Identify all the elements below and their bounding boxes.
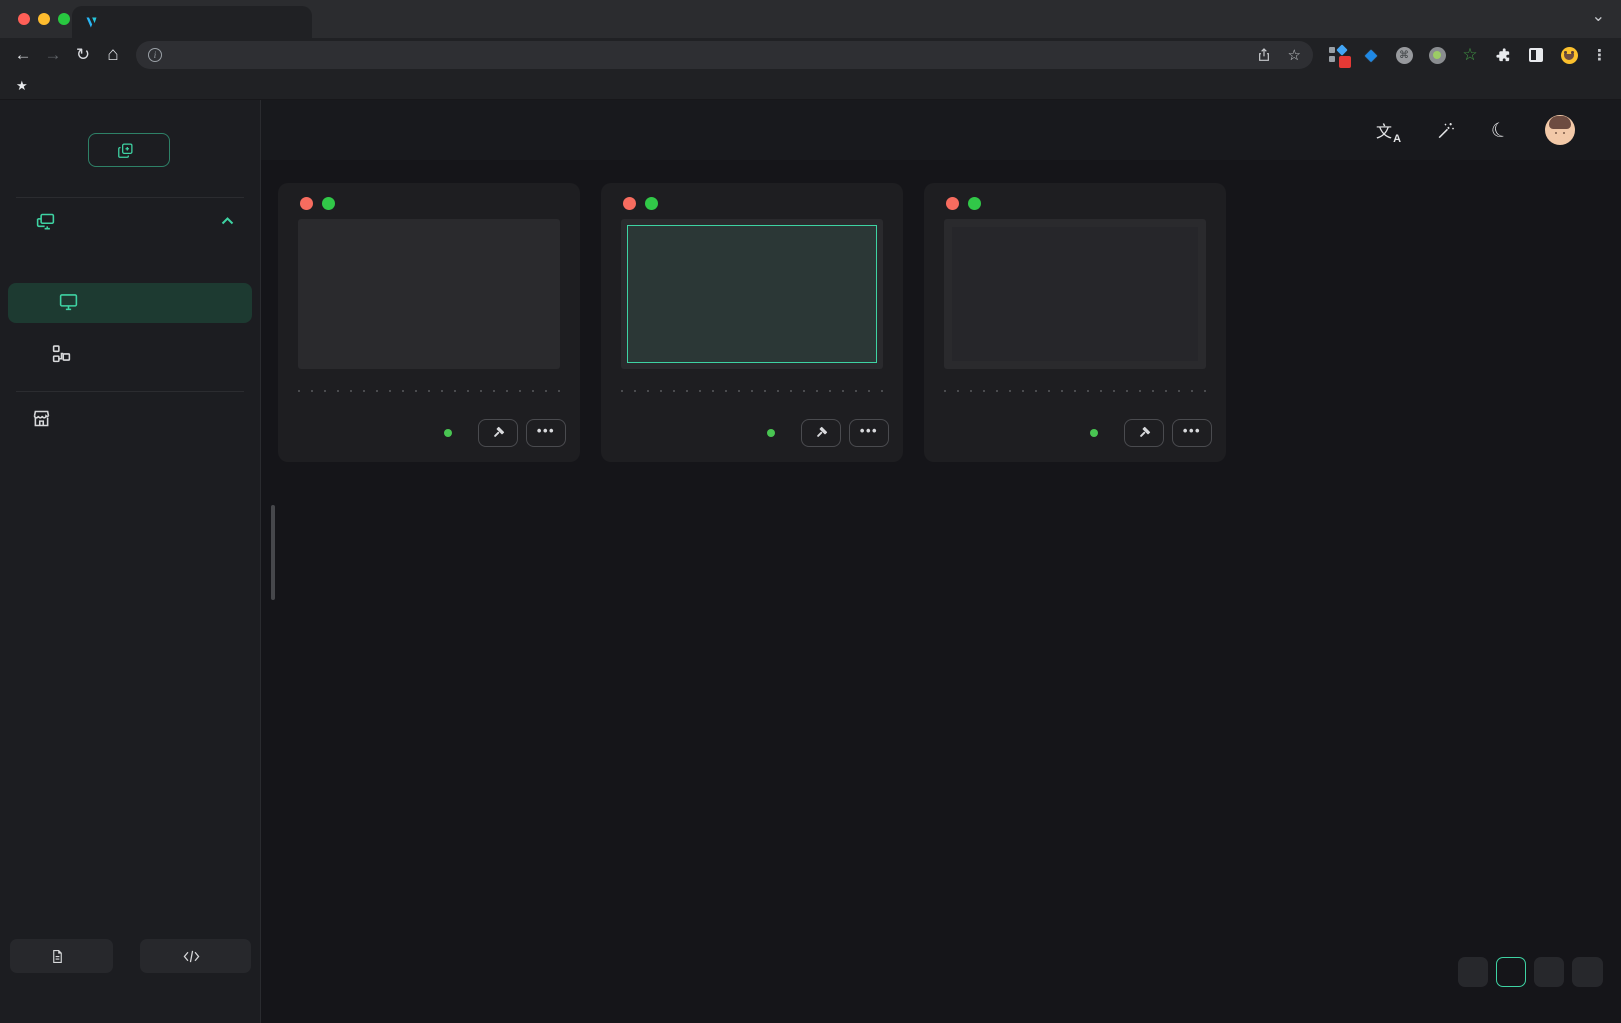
next-page-button[interactable] bbox=[1534, 957, 1564, 987]
minimize-window-button[interactable] bbox=[38, 13, 50, 25]
project-card[interactable]: ••• bbox=[924, 183, 1226, 462]
bookmark-star-icon[interactable]: ☆ bbox=[1288, 46, 1301, 64]
sidebar-section-project[interactable] bbox=[0, 204, 260, 238]
red-dot bbox=[946, 197, 959, 210]
status-badge bbox=[1090, 429, 1104, 437]
tab-search-icon[interactable]: ⌄ bbox=[1592, 6, 1605, 26]
back-icon[interactable]: ← bbox=[8, 41, 38, 69]
red-dot bbox=[300, 197, 313, 210]
project-card[interactable]: ••• bbox=[601, 183, 903, 462]
green-dot bbox=[322, 197, 335, 210]
sidebar-divider bbox=[16, 197, 244, 198]
browser-menu-icon[interactable]: ⋮ bbox=[1592, 46, 1607, 64]
project-card-list: ••• ••• bbox=[278, 183, 1226, 462]
document-icon bbox=[50, 949, 65, 964]
card-dots bbox=[300, 197, 335, 210]
page-size-select[interactable] bbox=[1572, 957, 1603, 987]
status-dot bbox=[767, 429, 775, 437]
browser-tab[interactable] bbox=[72, 6, 312, 38]
dotted-divider bbox=[621, 390, 883, 392]
more-actions-button[interactable]: ••• bbox=[526, 419, 566, 447]
bookmarks-root[interactable]: ★ bbox=[16, 78, 35, 94]
gem-extension-icon[interactable]: ◆ bbox=[1362, 46, 1380, 64]
project-card[interactable]: ••• bbox=[278, 183, 580, 462]
template-flow-icon bbox=[50, 343, 72, 364]
monitor-icon bbox=[58, 291, 79, 315]
sidebar-item-template-market[interactable] bbox=[0, 398, 260, 438]
browser-toolbar: ← → ↻ ⌂ i ☆ ◆ ⌘ ☆ bbox=[0, 38, 1621, 72]
site-info-icon[interactable]: i bbox=[148, 48, 162, 62]
dotted-divider bbox=[298, 390, 560, 392]
extension-badge bbox=[1339, 56, 1351, 68]
favicon bbox=[84, 15, 99, 30]
dark-mode-moon-icon[interactable]: ☾ bbox=[1488, 115, 1513, 144]
edit-project-button[interactable] bbox=[801, 419, 841, 447]
docs-button[interactable] bbox=[10, 939, 113, 973]
user-avatar[interactable] bbox=[1545, 115, 1575, 145]
zoom-window-button[interactable] bbox=[58, 13, 70, 25]
scrollbar-thumb[interactable] bbox=[271, 505, 275, 600]
reload-icon[interactable]: ↻ bbox=[68, 41, 98, 69]
home-icon[interactable]: ⌂ bbox=[98, 41, 128, 69]
storefront-icon bbox=[30, 408, 52, 429]
chevron-up-icon[interactable] bbox=[221, 217, 234, 225]
status-badge bbox=[444, 429, 458, 437]
edit-project-button[interactable] bbox=[1124, 419, 1164, 447]
extensions-row: ◆ ⌘ ☆ bbox=[1329, 46, 1578, 64]
bookmarks-bar: ★ bbox=[0, 72, 1621, 100]
sidebar-divider bbox=[16, 391, 244, 392]
more-actions-button[interactable]: ••• bbox=[1172, 419, 1212, 447]
dot-extension-icon[interactable] bbox=[1428, 46, 1446, 64]
repo-button[interactable] bbox=[140, 939, 251, 973]
extension-grid-icon[interactable] bbox=[1329, 46, 1347, 64]
bookmarks-star-icon: ★ bbox=[16, 78, 28, 94]
star-extension-icon[interactable]: ☆ bbox=[1461, 46, 1479, 64]
more-actions-button[interactable]: ••• bbox=[849, 419, 889, 447]
address-bar[interactable]: i ☆ bbox=[136, 41, 1313, 69]
command-extension-icon[interactable]: ⌘ bbox=[1395, 46, 1413, 64]
green-dot bbox=[968, 197, 981, 210]
edit-project-button[interactable] bbox=[478, 419, 518, 447]
current-page-button[interactable] bbox=[1496, 957, 1526, 987]
language-icon[interactable]: 文A bbox=[1376, 118, 1400, 142]
sidebar-item-all-projects[interactable] bbox=[8, 283, 252, 323]
puzzle-extensions-icon[interactable] bbox=[1494, 46, 1512, 64]
sidebar-item-my-templates[interactable] bbox=[0, 333, 260, 373]
magic-wand-icon[interactable] bbox=[1436, 121, 1455, 140]
project-preview[interactable] bbox=[298, 219, 560, 369]
prev-page-button[interactable] bbox=[1458, 957, 1488, 987]
new-copy-icon bbox=[117, 142, 134, 159]
sidebar bbox=[0, 100, 261, 1023]
status-dot bbox=[444, 429, 452, 437]
pagination bbox=[1458, 957, 1603, 987]
reading-list-icon[interactable] bbox=[1527, 46, 1545, 64]
screen: ⌄ ← → ↻ ⌂ i ☆ ◆ ⌘ ☆ bbox=[0, 0, 1621, 1023]
project-preview[interactable] bbox=[621, 219, 883, 369]
new-project-button[interactable] bbox=[88, 133, 170, 167]
tab-strip: ⌄ bbox=[0, 0, 1621, 38]
forward-icon[interactable]: → bbox=[38, 41, 68, 69]
code-icon bbox=[183, 949, 200, 964]
project-preview[interactable] bbox=[944, 219, 1206, 369]
red-dot bbox=[623, 197, 636, 210]
new-tab-button[interactable] bbox=[318, 8, 346, 36]
project-screens-icon bbox=[34, 211, 56, 232]
selected-chart[interactable] bbox=[627, 225, 877, 363]
card-dots bbox=[946, 197, 981, 210]
status-dot bbox=[1090, 429, 1098, 437]
main-area: 文A ☾ ••• bbox=[261, 100, 1621, 1023]
window-controls bbox=[18, 13, 70, 25]
card-dots bbox=[623, 197, 658, 210]
share-icon[interactable] bbox=[1256, 47, 1272, 63]
emoji-extension-icon[interactable] bbox=[1560, 46, 1578, 64]
green-dot bbox=[645, 197, 658, 210]
status-badge bbox=[767, 429, 781, 437]
page-header: 文A ☾ bbox=[261, 100, 1621, 160]
close-window-button[interactable] bbox=[18, 13, 30, 25]
dotted-divider bbox=[944, 390, 1206, 392]
